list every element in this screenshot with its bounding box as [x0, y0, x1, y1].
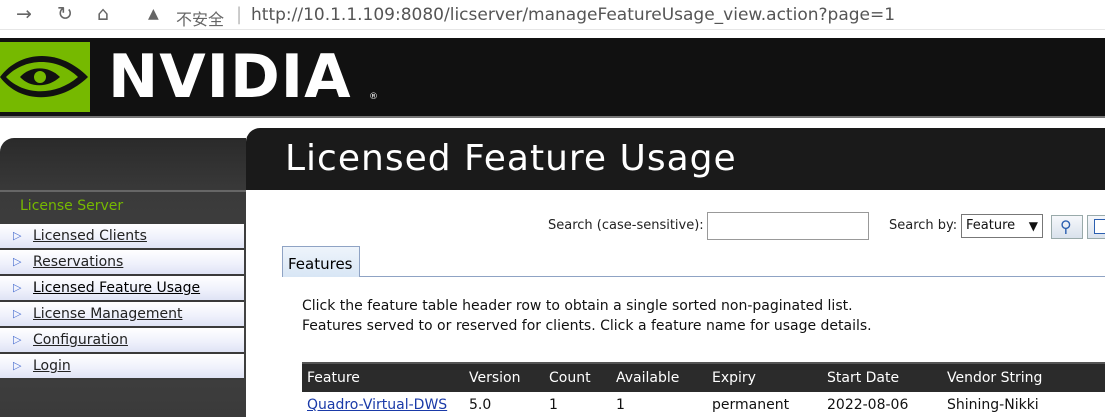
warning-icon: ▲ — [148, 6, 159, 22]
registered-mark: ® — [369, 92, 378, 102]
chevron-right-icon: ▷ — [13, 229, 22, 242]
tab-divider — [282, 276, 1105, 277]
forward-icon[interactable]: → — [16, 3, 32, 25]
column-header-start-date[interactable]: Start Date — [822, 362, 942, 392]
tab-features[interactable]: Features — [282, 246, 360, 277]
export-button[interactable] — [1087, 215, 1105, 239]
sidebar-item-licensed-feature-usage[interactable]: ▷ Licensed Feature Usage — [0, 276, 244, 302]
sidebar-item-configuration[interactable]: ▷ Configuration — [0, 328, 244, 354]
table-cell: 5.0 — [464, 392, 544, 418]
sidebar-item-licensed-clients[interactable]: ▷ Licensed Clients — [0, 224, 244, 250]
column-header-vendor-string[interactable]: Vendor String — [942, 362, 1105, 392]
chevron-right-icon: ▷ — [13, 333, 22, 346]
search-icon: ⚲ — [1060, 217, 1072, 236]
column-header-expiry[interactable]: Expiry — [707, 362, 822, 392]
insecure-label: 不安全 — [176, 10, 225, 29]
address-separator: | — [236, 4, 243, 25]
nvidia-eye-logo-icon — [0, 42, 90, 112]
brand-wordmark: NVIDIA — [108, 42, 352, 112]
table-row: Quadro-Virtual-DWS 5.0 1 1 permanent 202… — [302, 392, 1105, 418]
description-line-2: Features served to or reserved for clien… — [302, 318, 872, 334]
table-cell: Shining-Nikki — [942, 392, 1105, 418]
sidebar-item-label[interactable]: Reservations — [33, 254, 123, 270]
table-cell: 1 — [611, 392, 707, 418]
page-title: Licensed Feature Usage — [285, 138, 737, 179]
sidebar-item-label[interactable]: Licensed Clients — [33, 228, 147, 244]
sidebar-nav: ▷ Licensed Clients ▷ Reservations ▷ Lice… — [0, 224, 244, 380]
browser-address-bar: → ↻ ⌂ ▲ 不安全 | http://10.1.1.109:8080/lic… — [0, 0, 1105, 30]
sidebar-item-label[interactable]: License Management — [33, 306, 182, 322]
table-cell: permanent — [707, 392, 822, 418]
reload-icon[interactable]: ↻ — [57, 3, 73, 25]
search-input[interactable] — [707, 212, 869, 240]
description-line-1: Click the feature table header row to ob… — [302, 298, 853, 314]
chevron-right-icon: ▷ — [13, 281, 22, 294]
column-header-feature[interactable]: Feature — [302, 362, 464, 392]
document-icon — [1094, 219, 1105, 234]
sidebar-item-reservations[interactable]: ▷ Reservations — [0, 250, 244, 276]
url-field[interactable]: http://10.1.1.109:8080/licserver/manageF… — [251, 5, 895, 25]
feature-link[interactable]: Quadro-Virtual-DWS — [307, 397, 447, 413]
sidebar-item-label[interactable]: Licensed Feature Usage — [33, 280, 200, 296]
search-label: Search (case-sensitive): — [548, 218, 704, 233]
table-cell: 2022-08-06 — [822, 392, 942, 418]
chevron-down-icon: ▼ — [1028, 219, 1038, 233]
sidebar: License Server ▷ Licensed Clients ▷ Rese… — [0, 118, 250, 417]
table-cell: 1 — [544, 392, 611, 418]
features-table: Feature Version Count Available Expiry S… — [302, 362, 1105, 418]
chevron-right-icon: ▷ — [13, 359, 22, 372]
search-by-label: Search by: — [889, 218, 958, 233]
chevron-right-icon: ▷ — [13, 255, 22, 268]
search-by-select[interactable]: Feature ▼ — [961, 214, 1043, 238]
search-button[interactable]: ⚲ — [1051, 215, 1083, 239]
column-header-count[interactable]: Count — [544, 362, 611, 392]
sidebar-section-title: License Server — [20, 198, 124, 214]
search-by-value: Feature — [966, 218, 1016, 233]
sidebar-item-login[interactable]: ▷ Login — [0, 354, 244, 380]
column-header-version[interactable]: Version — [464, 362, 544, 392]
sidebar-item-license-management[interactable]: ▷ License Management — [0, 302, 244, 328]
sidebar-item-label[interactable]: Login — [33, 358, 71, 374]
chevron-right-icon: ▷ — [13, 307, 22, 320]
home-icon[interactable]: ⌂ — [97, 3, 109, 25]
table-header-row[interactable]: Feature Version Count Available Expiry S… — [302, 362, 1105, 392]
sidebar-item-label[interactable]: Configuration — [33, 332, 128, 348]
column-header-available[interactable]: Available — [611, 362, 707, 392]
